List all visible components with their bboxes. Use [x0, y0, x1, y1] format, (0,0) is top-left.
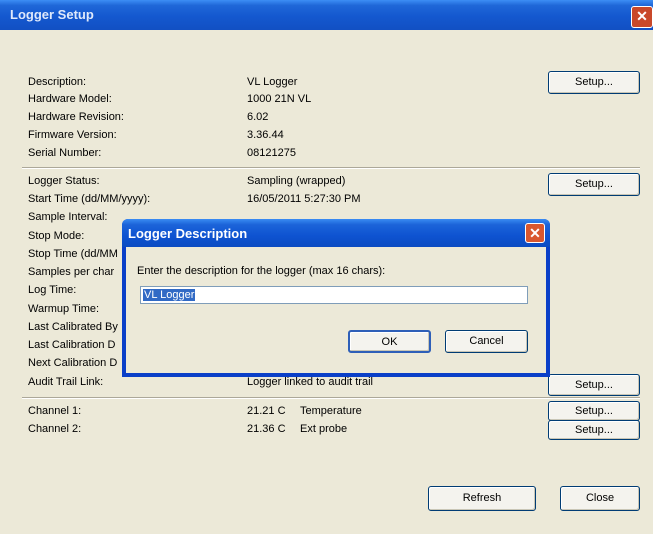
- title-bar: Logger Setup ✕: [0, 0, 653, 30]
- channel-1-label: Channel 1:: [28, 405, 82, 417]
- close-button[interactable]: Close: [560, 486, 640, 511]
- window-close-button[interactable]: ✕: [631, 6, 653, 28]
- hardware-revision-value: 6.02: [247, 111, 269, 123]
- logger-status-label: Logger Status:: [28, 175, 100, 187]
- stop-mode-label: Stop Mode:: [28, 230, 85, 242]
- close-icon: ✕: [636, 8, 648, 24]
- sample-interval-label: Sample Interval:: [28, 211, 108, 223]
- hardware-model-value: 1000 21N VL: [247, 93, 312, 105]
- hardware-model-label: Hardware Model:: [28, 93, 112, 105]
- channel-1-value: 21.21 C: [247, 405, 286, 417]
- samples-per-chart-label: Samples per char: [28, 266, 115, 278]
- refresh-button[interactable]: Refresh: [428, 486, 536, 511]
- description-input-text: VL Logger: [143, 289, 196, 301]
- logger-description-dialog: Logger Description ✕ Enter the descripti…: [122, 219, 550, 377]
- dialog-prompt: Enter the description for the logger (ma…: [137, 265, 386, 277]
- separator: [22, 397, 640, 399]
- serial-number-label: Serial Number:: [28, 147, 102, 159]
- dialog-title: Logger Description: [128, 226, 248, 241]
- dialog-body: Enter the description for the logger (ma…: [126, 247, 546, 373]
- audit-trail-link-label: Audit Trail Link:: [28, 376, 104, 388]
- description-setup-button[interactable]: Setup...: [548, 71, 640, 94]
- window-title: Logger Setup: [10, 7, 94, 22]
- separator: [22, 167, 640, 169]
- cancel-button[interactable]: Cancel: [445, 330, 528, 353]
- log-time-label: Log Time:: [28, 284, 77, 296]
- last-calibrated-by-label: Last Calibrated By: [28, 321, 118, 333]
- start-time-value: 16/05/2011 5:27:30 PM: [247, 193, 361, 205]
- dialog-title-bar: Logger Description ✕: [122, 219, 550, 247]
- dialog-close-button[interactable]: ✕: [525, 223, 545, 243]
- last-calibration-date-label: Last Calibration D: [28, 339, 116, 351]
- next-calibration-date-label: Next Calibration D: [28, 357, 118, 369]
- channel-2-value: 21.36 C: [247, 423, 286, 435]
- channel-2-name: Ext probe: [300, 423, 348, 435]
- channel-1-name: Temperature: [300, 405, 362, 417]
- description-label: Description:: [28, 76, 87, 88]
- logger-setup-window: Logger Setup ✕ Description: VL Logger Ha…: [0, 0, 653, 534]
- audit-trail-link-value: Logger linked to audit trail: [247, 376, 373, 388]
- firmware-version-value: 3.36.44: [247, 129, 284, 141]
- channel-2-label: Channel 2:: [28, 423, 82, 435]
- hardware-revision-label: Hardware Revision:: [28, 111, 124, 123]
- warmup-time-label: Warmup Time:: [28, 303, 100, 315]
- firmware-version-label: Firmware Version:: [28, 129, 117, 141]
- close-icon: ✕: [529, 225, 541, 241]
- description-input[interactable]: VL Logger: [140, 286, 528, 304]
- channel-1-setup-button[interactable]: Setup...: [548, 401, 640, 421]
- serial-number-value: 08121275: [247, 147, 296, 159]
- start-time-label: Start Time (dd/MM/yyyy):: [28, 193, 151, 205]
- ok-button[interactable]: OK: [348, 330, 431, 353]
- status-setup-button[interactable]: Setup...: [548, 173, 640, 196]
- logger-status-value: Sampling (wrapped): [247, 175, 346, 187]
- stop-time-label: Stop Time (dd/MM: [28, 248, 118, 260]
- channel-2-setup-button[interactable]: Setup...: [548, 420, 640, 440]
- audit-trail-setup-button[interactable]: Setup...: [548, 374, 640, 396]
- description-value: VL Logger: [247, 76, 298, 88]
